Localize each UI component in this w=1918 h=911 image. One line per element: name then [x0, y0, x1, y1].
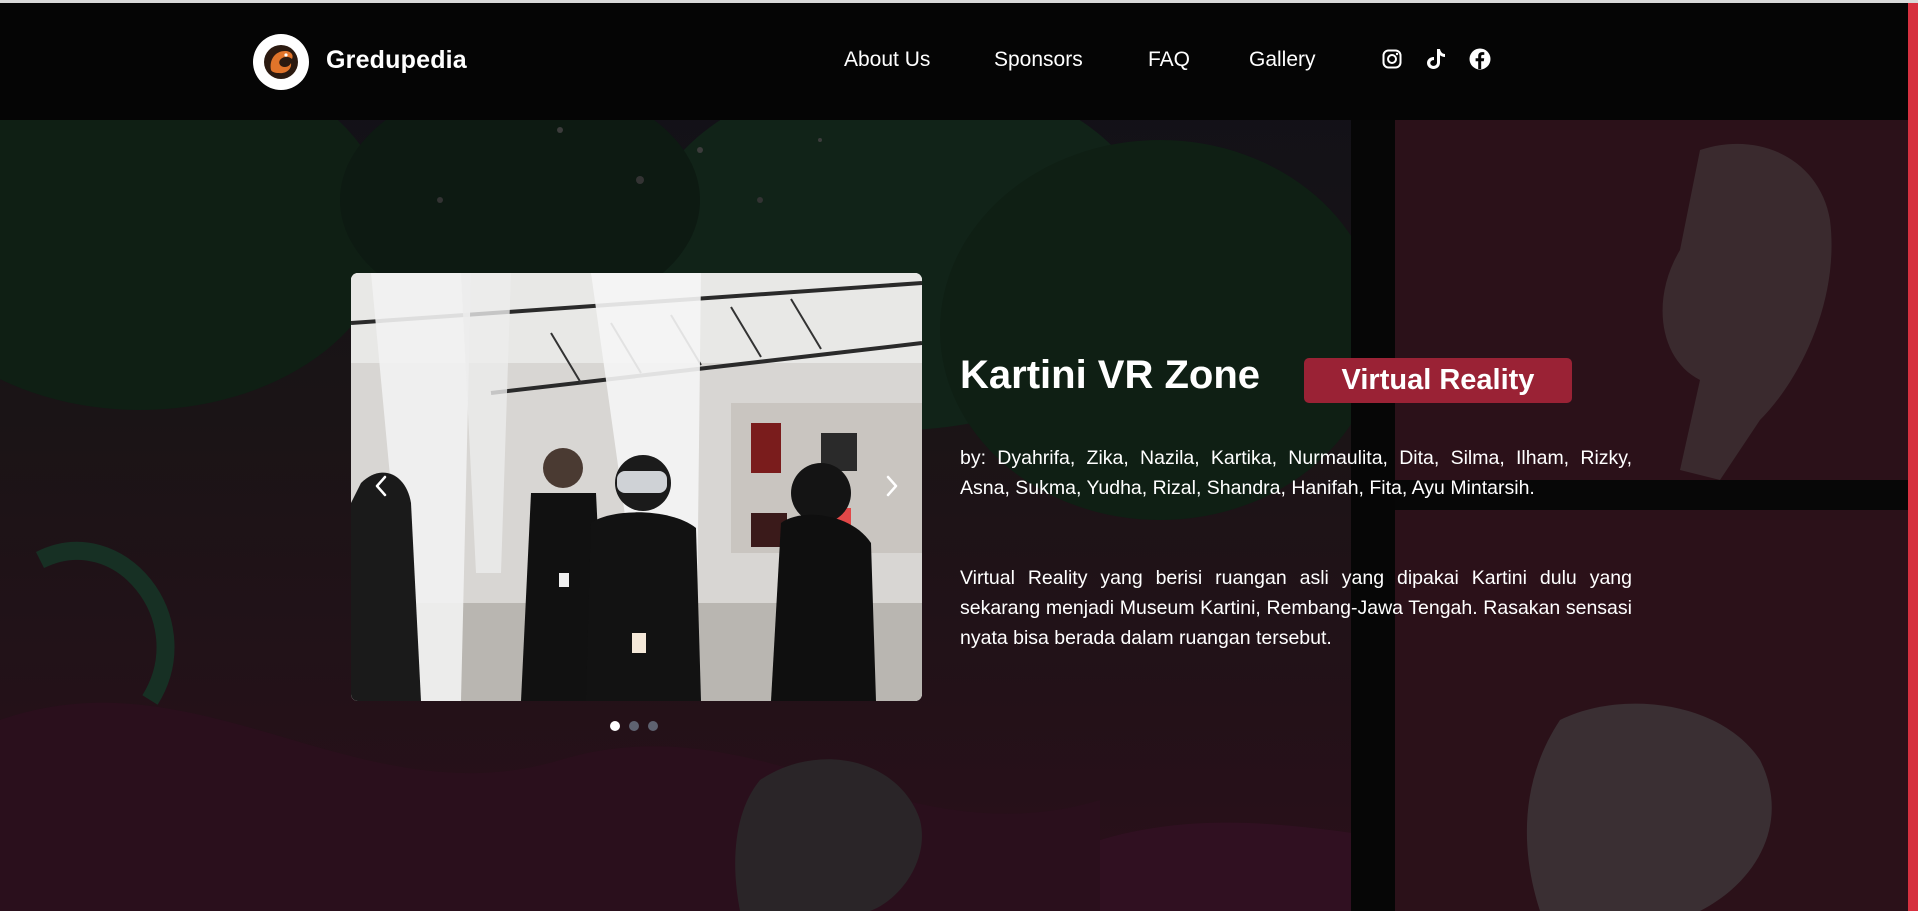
slider-pagination	[610, 721, 658, 731]
site-header: Gredupedia About Us Sponsors FAQ Gallery	[0, 3, 1908, 120]
slide-photo	[351, 273, 922, 701]
nav-gallery[interactable]: Gallery	[1249, 48, 1316, 72]
page: Gredupedia About Us Sponsors FAQ Gallery	[0, 0, 1918, 911]
logo-graphic	[264, 45, 298, 79]
tiktok-glyph	[1427, 49, 1445, 69]
category-badge: Virtual Reality	[1304, 358, 1572, 403]
instagram-glyph	[1382, 49, 1402, 69]
slide-dot-1[interactable]	[610, 721, 620, 731]
slide-dot-2[interactable]	[629, 721, 639, 731]
facebook-glyph	[1469, 48, 1491, 70]
nav-sponsors[interactable]: Sponsors	[994, 48, 1083, 72]
project-description: Virtual Reality yang berisi ruangan asli…	[960, 567, 1632, 649]
dragon-logo-icon[interactable]	[253, 34, 309, 90]
tiktok-icon[interactable]	[1424, 47, 1448, 71]
instagram-icon[interactable]	[1380, 47, 1404, 71]
brand-name[interactable]: Gredupedia	[326, 46, 467, 75]
image-slider[interactable]	[351, 273, 922, 701]
right-edge-accent	[1908, 3, 1918, 911]
project-authors: by: Dyahrifa, Zika, Nazila, Kartika, Nur…	[960, 447, 1632, 499]
slide-dot-3[interactable]	[648, 721, 658, 731]
prev-slide-button[interactable]	[361, 458, 401, 514]
project-title: Kartini VR Zone	[960, 353, 1261, 397]
nav-faq[interactable]: FAQ	[1148, 48, 1190, 72]
nav-about-us[interactable]: About Us	[844, 48, 930, 72]
facebook-icon[interactable]	[1468, 47, 1492, 71]
next-slide-button[interactable]	[872, 458, 912, 514]
chevron-right-icon	[886, 475, 898, 497]
chevron-left-icon	[375, 475, 387, 497]
